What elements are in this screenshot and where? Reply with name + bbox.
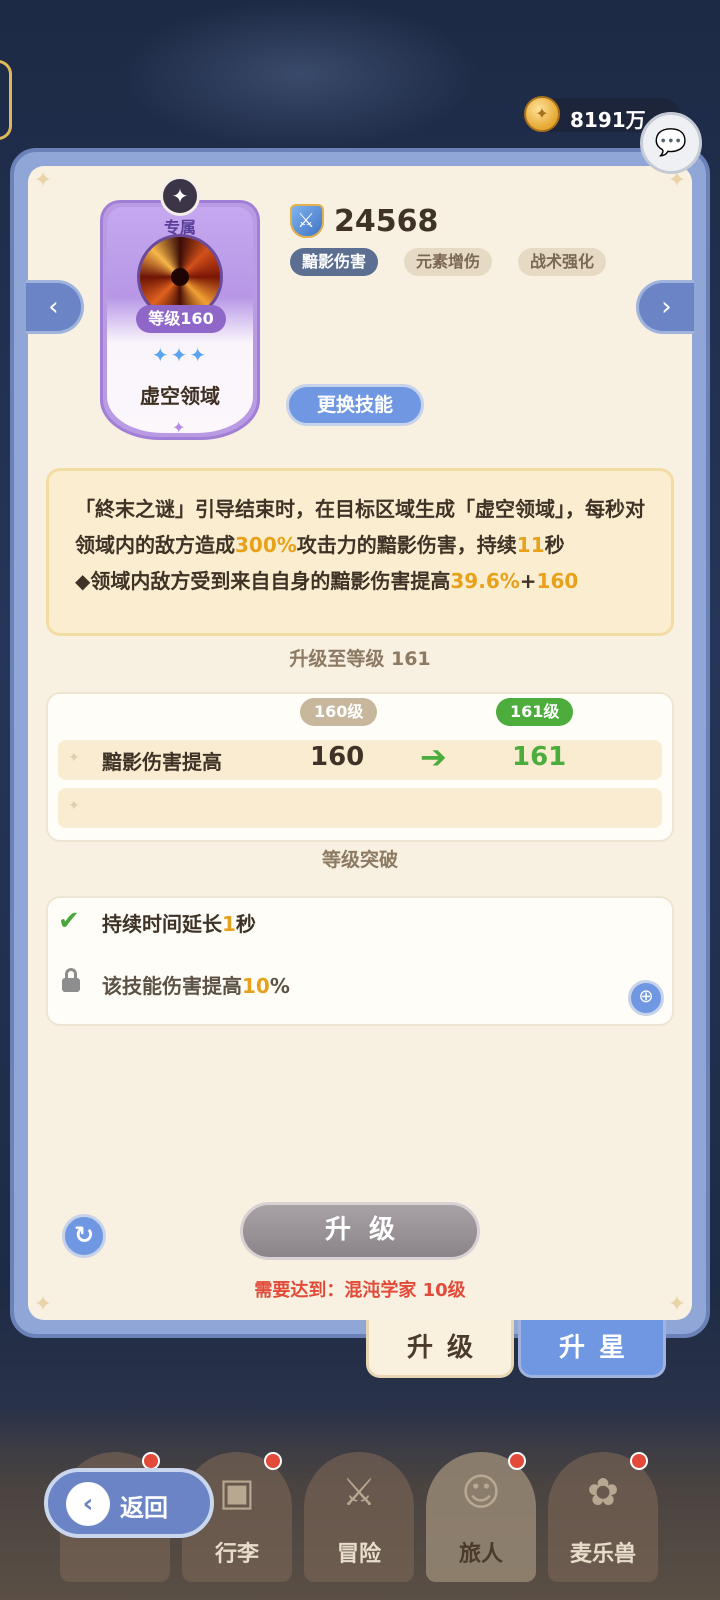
- breakthrough-title: 等级突破: [321, 849, 398, 871]
- character-icon: ☺: [461, 1470, 501, 1514]
- description-main: 「終末之谜」引导结束时，在目标区域生成「虚空领域」，每秒对领域内的敌方造成300…: [75, 497, 645, 557]
- arrow-right-icon: ➔: [420, 738, 447, 776]
- tag-tactics: 战术强化: [518, 248, 607, 276]
- coin-icon: ✦: [524, 96, 560, 132]
- breakthrough-item-1: 持续时间延长1秒: [102, 912, 256, 936]
- swords-icon: ⚔: [341, 1470, 377, 1514]
- tag-shadow-damage: 黯影伤害: [290, 248, 379, 276]
- skill-name: 虚空领域: [140, 384, 220, 408]
- tab-upgrade[interactable]: 升级: [366, 1320, 514, 1378]
- notification-dot: [264, 1452, 282, 1470]
- breakthrough-item-2: 该技能伤害提高10%: [102, 974, 290, 998]
- tag-element-damage: 元素增伤: [404, 248, 493, 276]
- checkmark-icon: ✔: [58, 906, 80, 936]
- background-glow: [120, 0, 480, 150]
- back-button[interactable]: ‹ 返回: [44, 1468, 214, 1538]
- notification-dot: [508, 1452, 526, 1470]
- skill-description: 「終末之谜」引导结束时，在目标区域生成「虚空领域」，每秒对领域内的敌方造成300…: [46, 468, 674, 636]
- upgrade-button[interactable]: 升级: [240, 1202, 480, 1260]
- diamond-icon: ✦: [68, 750, 80, 766]
- stat-label: 黯影伤害提高: [102, 750, 222, 774]
- upgrade-requirement: 需要达到：混沌学家 10级: [254, 1280, 466, 1301]
- chat-bubble-icon: 💬: [654, 128, 688, 158]
- skill-level-pill: 等级160: [136, 305, 226, 333]
- description-bullet: ◆领域内敌方受到来自自身的黯影伤害提高39.6%+160: [75, 569, 579, 593]
- chevron-right-icon: ›: [661, 292, 672, 322]
- stat-next-value: 161: [512, 742, 567, 772]
- reset-button[interactable]: ↻: [62, 1214, 106, 1258]
- stat-current-value: 160: [310, 742, 365, 772]
- nav-item-traveler[interactable]: ☺ 旅人: [426, 1452, 536, 1582]
- diamond-icon: ✦: [68, 798, 80, 814]
- tab-star-up[interactable]: 升星: [518, 1320, 666, 1378]
- currency-value: 8191万: [570, 108, 646, 132]
- shield-sword-icon: [290, 204, 324, 238]
- notification-dot: [630, 1452, 648, 1470]
- skill-stars: ✦✦✦: [151, 343, 209, 367]
- change-skill-button[interactable]: 更换技能: [286, 384, 424, 426]
- current-level-badge: 160级: [300, 698, 378, 726]
- sparkle-emblem-icon: ✦: [160, 176, 200, 216]
- zoom-in-button[interactable]: ⊕: [628, 980, 664, 1016]
- back-arrow-icon: ‹: [66, 1482, 110, 1526]
- left-edge-decoration: [0, 60, 12, 140]
- chevron-left-icon: ‹: [48, 292, 59, 322]
- power-value: 24568: [334, 204, 439, 239]
- refresh-icon: ↻: [73, 1221, 95, 1249]
- next-level-badge: 161级: [496, 698, 574, 726]
- magnifier-plus-icon: ⊕: [638, 986, 654, 1007]
- previous-skill-button[interactable]: ‹: [26, 280, 84, 334]
- chat-button[interactable]: 💬: [640, 112, 702, 174]
- corner-decoration: ✦: [33, 168, 53, 193]
- diamond-icon: ✦: [172, 418, 186, 437]
- fox-icon: ✿: [587, 1470, 619, 1514]
- nav-item-adventure[interactable]: ⚔ 冒险: [304, 1452, 414, 1582]
- nav-item-pets[interactable]: ✿ 麦乐兽: [548, 1452, 658, 1582]
- upgrade-title: 升级至等级 161: [289, 648, 431, 670]
- next-skill-button[interactable]: ›: [636, 280, 694, 334]
- lock-icon: [62, 968, 80, 992]
- empty-stat-row: ✦: [58, 788, 662, 828]
